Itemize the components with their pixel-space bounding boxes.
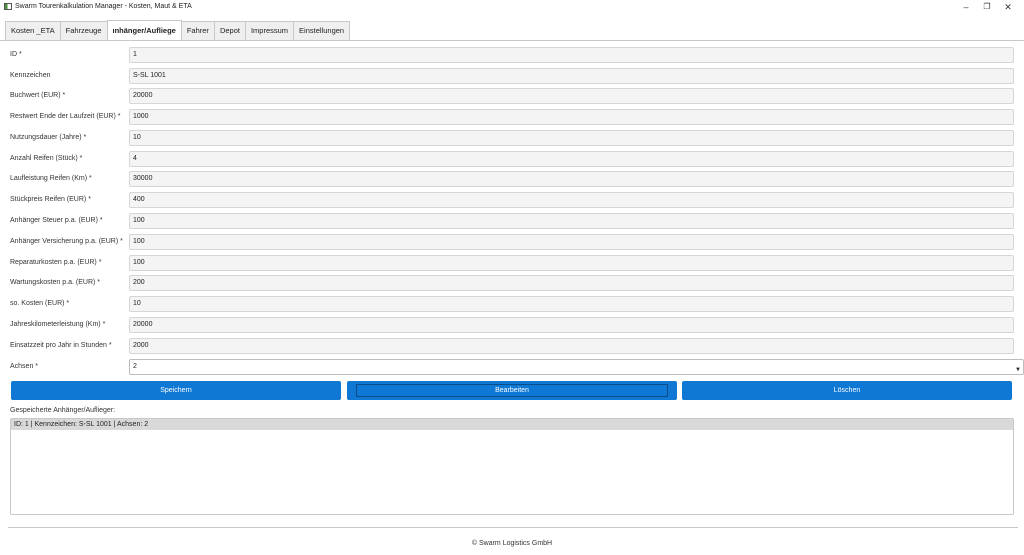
field-label: Anhänger Versicherung p.a. (EUR) * bbox=[10, 238, 123, 245]
tab-anhaenger-auflieger[interactable]: ınhänger/Aufliege bbox=[106, 20, 182, 40]
achsen-value: 2 bbox=[133, 363, 137, 370]
field-label: Reparaturkosten p.a. (EUR) * bbox=[10, 259, 102, 266]
saved-list-label: Gespeicherte Anhänger/Auflieger: bbox=[10, 407, 116, 414]
einsatzzeit-field[interactable]: 2000 bbox=[129, 338, 1014, 354]
field-label: Einsatzzeit pro Jahr in Stunden * bbox=[10, 342, 112, 349]
jahreskilometer-field[interactable]: 20000 bbox=[129, 317, 1014, 333]
field-label: so. Kosten (EUR) * bbox=[10, 300, 70, 307]
field-label: Anhänger Steuer p.a. (EUR) * bbox=[10, 217, 103, 224]
app-window-icon bbox=[4, 3, 12, 10]
field-label: Anzahl Reifen (Stück) * bbox=[10, 155, 83, 162]
tab-fahrzeuge[interactable]: Fahrzeuge bbox=[59, 21, 108, 40]
anzahl-reifen-field[interactable]: 4 bbox=[129, 151, 1014, 167]
footer-copyright: © Swarm Logistics GmbH bbox=[471, 540, 553, 547]
field-label: Wartungskosten p.a. (EUR) * bbox=[10, 279, 100, 286]
steuer-field[interactable]: 100 bbox=[129, 213, 1014, 229]
field-label: Kennzeichen bbox=[10, 72, 51, 79]
tab-bar: Kosten _ETA Fahrzeuge ınhänger/Aufliege … bbox=[5, 20, 351, 40]
id-field[interactable]: 1 bbox=[129, 47, 1014, 63]
field-label: Buchwert (EUR) * bbox=[10, 92, 66, 99]
save-button[interactable]: Speichern bbox=[11, 381, 341, 400]
form-row-stueckpreis-reifen: Stückpreis Reifen (EUR) * 400 bbox=[10, 192, 1014, 209]
stueckpreis-reifen-field[interactable]: 400 bbox=[129, 192, 1014, 208]
tab-kosten-eta[interactable]: Kosten _ETA bbox=[5, 21, 61, 40]
saved-trailers-list[interactable]: ID: 1 | Kennzeichen: S-SL 1001 | Achsen:… bbox=[10, 418, 1014, 515]
field-label: ID * bbox=[10, 51, 22, 58]
footer-divider bbox=[8, 527, 1018, 528]
form-row-restwert: Restwert Ende der Laufzeit (EUR) * 1000 bbox=[10, 109, 1014, 126]
field-label: Achsen * bbox=[10, 363, 39, 370]
laufleistung-reifen-field[interactable]: 30000 bbox=[129, 171, 1014, 187]
kennzeichen-field[interactable]: S-SL 1001 bbox=[129, 68, 1014, 84]
achsen-select[interactable]: 2 ▼ bbox=[129, 359, 1024, 375]
restore-icon[interactable]: ❐ bbox=[976, 1, 998, 13]
reparaturkosten-field[interactable]: 100 bbox=[129, 255, 1014, 271]
tab-divider bbox=[0, 40, 1024, 41]
form-row-nutzungsdauer: Nutzungsdauer (Jahre) * 10 bbox=[10, 130, 1014, 147]
field-label: Jahreskilometerleistung (Km) * bbox=[10, 321, 106, 328]
list-item[interactable]: ID: 1 | Kennzeichen: S-SL 1001 | Achsen:… bbox=[11, 419, 1013, 430]
wartungskosten-field[interactable]: 200 bbox=[129, 275, 1014, 291]
form-row-sonstige-kosten: so. Kosten (EUR) * 10 bbox=[10, 296, 1014, 313]
close-icon[interactable]: ✕ bbox=[997, 1, 1019, 13]
tab-impressum[interactable]: Impressum bbox=[244, 21, 295, 40]
tab-einstellungen[interactable]: Einstellungen bbox=[293, 21, 351, 40]
form-row-versicherung: Anhänger Versicherung p.a. (EUR) * 100 bbox=[10, 234, 1014, 251]
minimize-icon[interactable]: – bbox=[955, 1, 977, 13]
form-row-kennzeichen: Kennzeichen S-SL 1001 bbox=[10, 68, 1014, 85]
tab-fahrer[interactable]: Fahrer bbox=[180, 21, 215, 40]
chevron-down-icon[interactable]: ▼ bbox=[1015, 363, 1021, 377]
edit-button[interactable]: Bearbeiten bbox=[347, 381, 677, 400]
field-label: Stückpreis Reifen (EUR) * bbox=[10, 196, 91, 203]
tab-depot[interactable]: Depot bbox=[213, 21, 246, 40]
field-label: Restwert Ende der Laufzeit (EUR) * bbox=[10, 113, 121, 120]
form-row-einsatzzeit: Einsatzzeit pro Jahr in Stunden * 2000 bbox=[10, 338, 1014, 355]
buchwert-field[interactable]: 20000 bbox=[129, 88, 1014, 104]
field-label: Nutzungsdauer (Jahre) * bbox=[10, 134, 87, 141]
title-bar: Swarm Tourenkalkulation Manager - Kosten… bbox=[0, 0, 1024, 14]
versicherung-field[interactable]: 100 bbox=[129, 234, 1014, 250]
form-row-wartungskosten: Wartungskosten p.a. (EUR) * 200 bbox=[10, 275, 1014, 292]
nutzungsdauer-field[interactable]: 10 bbox=[129, 130, 1014, 146]
window-title: Swarm Tourenkalkulation Manager - Kosten… bbox=[15, 3, 192, 10]
form-row-reparaturkosten: Reparaturkosten p.a. (EUR) * 100 bbox=[10, 255, 1014, 272]
form-row-steuer: Anhänger Steuer p.a. (EUR) * 100 bbox=[10, 213, 1014, 230]
form-row-jahreskilometer: Jahreskilometerleistung (Km) * 20000 bbox=[10, 317, 1014, 334]
form-row-achsen: Achsen * 2 ▼ bbox=[10, 359, 1024, 376]
delete-button[interactable]: Löschen bbox=[682, 381, 1012, 400]
form-row-anzahl-reifen: Anzahl Reifen (Stück) * 4 bbox=[10, 151, 1014, 168]
form-row-laufleistung-reifen: Laufleistung Reifen (Km) * 30000 bbox=[10, 171, 1014, 188]
restwert-field[interactable]: 1000 bbox=[129, 109, 1014, 125]
sonstige-kosten-field[interactable]: 10 bbox=[129, 296, 1014, 312]
form-row-id: ID * 1 bbox=[10, 47, 1014, 64]
focus-indicator bbox=[356, 384, 668, 397]
form-row-buchwert: Buchwert (EUR) * 20000 bbox=[10, 88, 1014, 105]
field-label: Laufleistung Reifen (Km) * bbox=[10, 175, 92, 182]
